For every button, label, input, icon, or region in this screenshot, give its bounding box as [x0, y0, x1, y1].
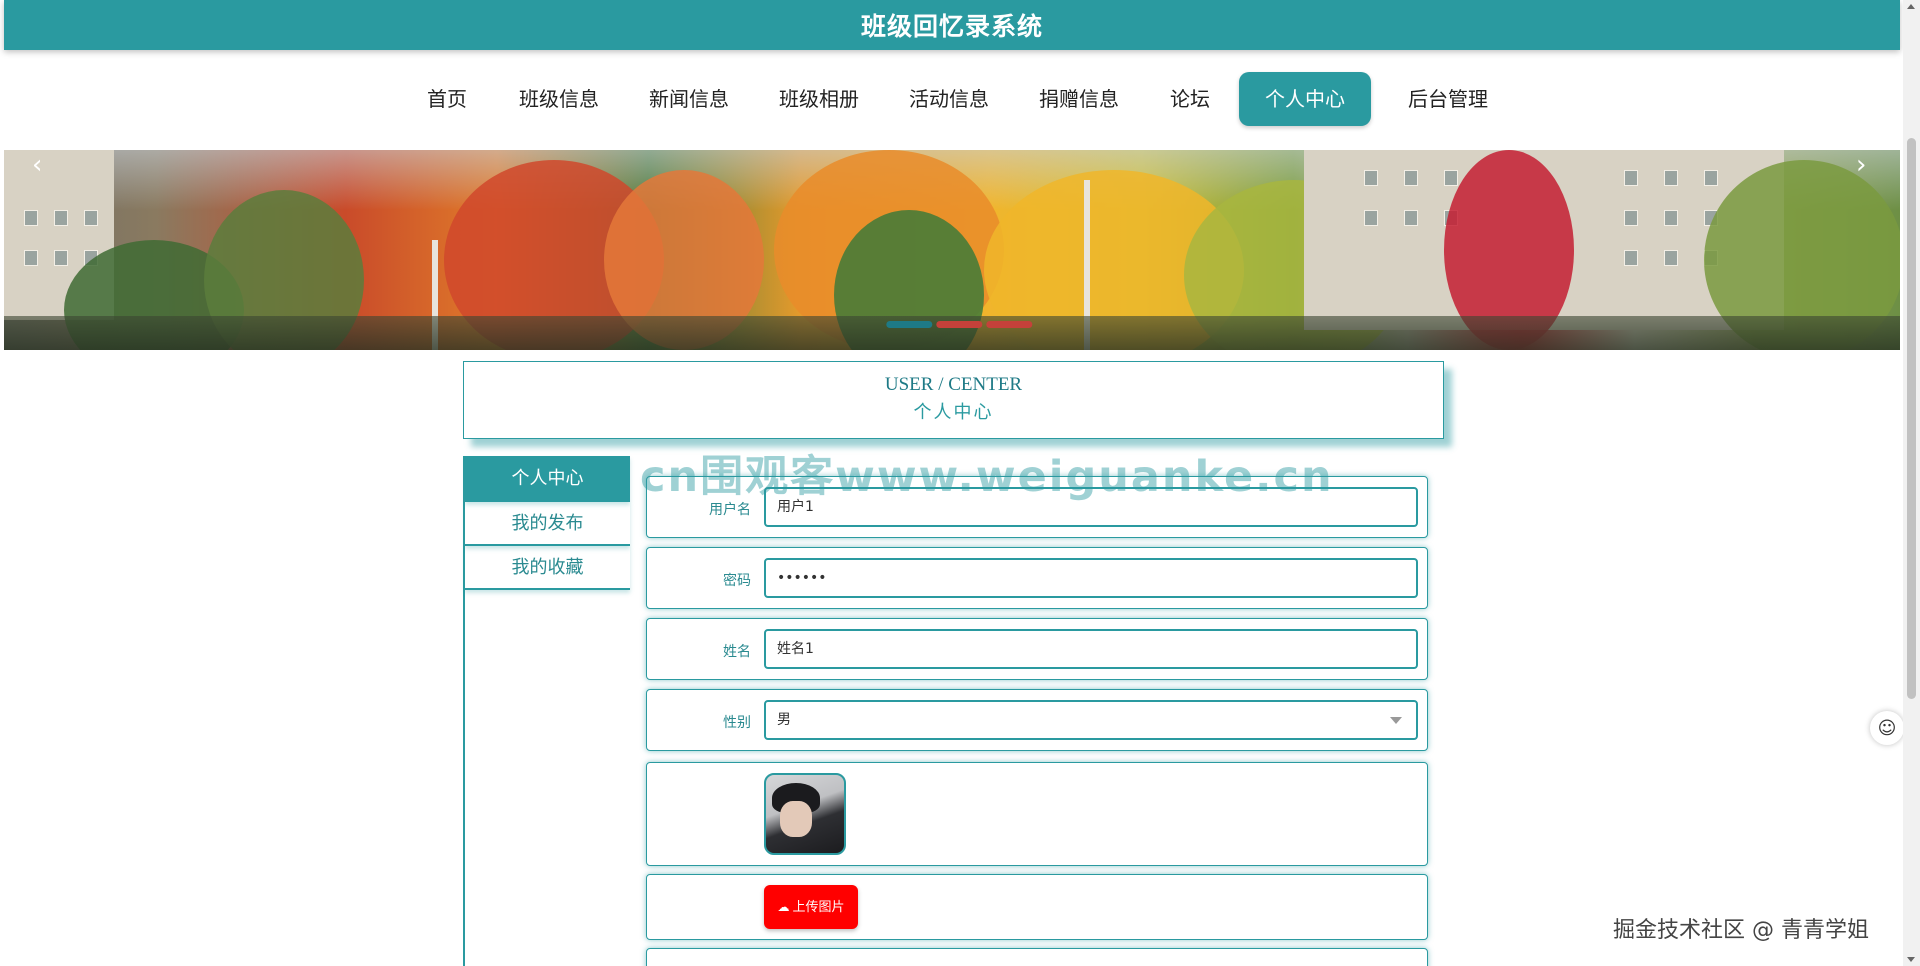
scroll-down-icon[interactable]: [1907, 957, 1915, 962]
section-header: USER / CENTER 个人中心: [463, 361, 1444, 439]
sidebar: 个人中心 我的发布 我的收藏: [463, 456, 630, 966]
nav-item-news[interactable]: 新闻信息: [640, 72, 738, 126]
form-row-password: 密码 ••••••: [646, 547, 1428, 609]
name-label: 姓名: [723, 644, 751, 660]
nav-item-personal-center[interactable]: 个人中心: [1239, 72, 1371, 126]
password-input[interactable]: ••••••: [764, 558, 1418, 598]
banner-indicator-2[interactable]: [936, 321, 983, 328]
nav-item-album[interactable]: 班级相册: [770, 72, 868, 126]
upload-image-button[interactable]: ☁ 上传图片: [764, 885, 858, 929]
footer-credit: 掘金技术社区 @ 青青学姐: [1613, 918, 1869, 943]
password-label: 密码: [723, 573, 751, 589]
form-row-name: 姓名 姓名1: [646, 618, 1428, 680]
nav-item-admin[interactable]: 后台管理: [1396, 72, 1500, 126]
nav-item-class-info[interactable]: 班级信息: [510, 72, 608, 126]
form-row-avatar: [646, 762, 1428, 866]
sidebar-item-my-posts[interactable]: 我的发布: [465, 502, 630, 546]
app-title: 班级回忆录系统: [860, 12, 1043, 41]
form-row-gender: 性别 男: [646, 689, 1428, 751]
gender-value: 男: [777, 712, 791, 728]
avatar: [764, 773, 846, 855]
name-input[interactable]: 姓名1: [764, 629, 1418, 669]
banner-prev-icon[interactable]: ‹: [32, 150, 42, 180]
nav-item-activities[interactable]: 活动信息: [900, 72, 998, 126]
chevron-down-icon: [1390, 717, 1402, 724]
gender-select[interactable]: 男: [764, 700, 1418, 740]
form-row-next: [646, 948, 1428, 966]
scroll-up-icon[interactable]: [1907, 4, 1915, 9]
nav-item-home[interactable]: 首页: [416, 72, 478, 126]
nav-item-forum[interactable]: 论坛: [1160, 72, 1220, 126]
sidebar-item-my-favorites[interactable]: 我的收藏: [465, 546, 630, 590]
nav-item-donations[interactable]: 捐赠信息: [1030, 72, 1128, 126]
banner-next-icon[interactable]: ›: [1856, 150, 1866, 180]
scrollbar-thumb[interactable]: [1907, 138, 1916, 699]
page: 班级回忆录系统 首页 班级信息 新闻信息 班级相册 活动信息 捐赠信息 论坛 个…: [4, 0, 1904, 966]
upload-button-label: 上传图片: [792, 900, 845, 915]
main-nav: 首页 班级信息 新闻信息 班级相册 活动信息 捐赠信息 论坛 个人中心 后台管理: [4, 62, 1900, 128]
page-scrollbar[interactable]: [1903, 0, 1920, 966]
banner-carousel[interactable]: ‹ ›: [4, 150, 1900, 350]
section-title-en: USER / CENTER: [884, 374, 1023, 395]
watermark: cn围观客www.weiguanke.cn: [640, 452, 1334, 502]
banner-indicator-1[interactable]: [886, 321, 933, 328]
title-bar: 班级回忆录系统: [4, 0, 1900, 50]
section-title-cn: 个人中心: [913, 402, 994, 423]
banner-indicator-3[interactable]: [986, 321, 1033, 328]
gender-label: 性别: [723, 715, 751, 731]
banner-indicators: [886, 321, 1033, 328]
form-row-upload: ☁ 上传图片: [646, 874, 1428, 940]
assistant-avatar-icon[interactable]: ☺: [1870, 711, 1904, 745]
cloud-upload-icon: ☁: [777, 900, 790, 914]
sidebar-item-personal-center[interactable]: 个人中心: [465, 456, 630, 502]
